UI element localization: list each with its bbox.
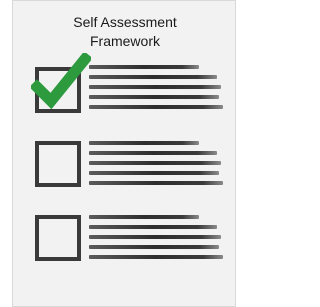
text-line: [89, 75, 217, 79]
text-lines-item-2: [89, 141, 227, 191]
text-line: [89, 225, 217, 229]
text-line: [89, 141, 199, 145]
text-line: [89, 85, 221, 89]
title-line-2: Framework: [89, 33, 160, 49]
title-line-1: Self Assessment: [73, 14, 177, 30]
text-line: [89, 215, 199, 219]
text-line: [89, 181, 223, 185]
check-mark-icon: [31, 53, 91, 110]
text-line: [89, 95, 219, 99]
text-line: [89, 171, 219, 175]
text-line: [89, 245, 219, 249]
text-lines-item-3: [89, 215, 227, 265]
text-line: [89, 105, 223, 109]
text-line: [89, 161, 221, 165]
checkbox-item-3[interactable]: [35, 215, 81, 261]
text-line: [89, 65, 199, 69]
text-lines-item-1: [89, 65, 227, 115]
text-line: [89, 235, 221, 239]
text-line: [89, 151, 217, 155]
card-title: Self Assessment Framework: [13, 13, 237, 51]
self-assessment-card: Self Assessment Framework: [12, 0, 236, 307]
checkbox-item-2[interactable]: [35, 141, 81, 187]
text-line: [89, 255, 223, 259]
